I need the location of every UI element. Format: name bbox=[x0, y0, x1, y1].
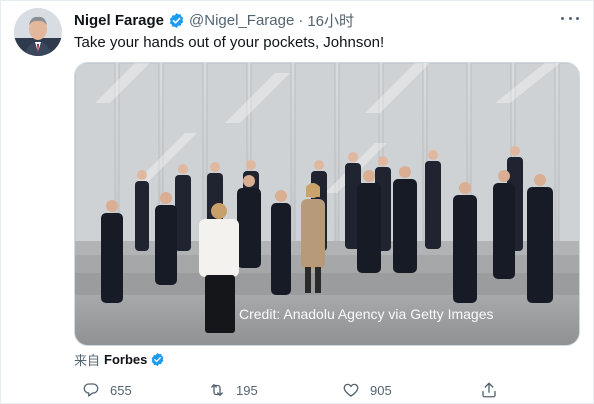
handle[interactable]: @Nigel_Farage bbox=[189, 12, 294, 29]
retweet-button[interactable]: 195 bbox=[208, 379, 258, 401]
media-caption: Credit: Anadolu Agency via Getty Images bbox=[239, 306, 493, 322]
via-source: 来自 Forbes bbox=[74, 350, 165, 368]
retweet-icon bbox=[211, 384, 223, 396]
share-icon bbox=[482, 382, 496, 398]
tweet-media[interactable]: Credit: Anadolu Agency via Getty Images bbox=[74, 62, 580, 346]
tweet-text: Take your hands out of your pockets, Joh… bbox=[74, 34, 385, 51]
media-photo: Credit: Anadolu Agency via Getty Images bbox=[75, 63, 579, 345]
more-options-icon[interactable] bbox=[561, 11, 579, 25]
share-button[interactable] bbox=[480, 379, 508, 401]
tweet-header: Nigel Farage @Nigel_Farage · 16小时 bbox=[74, 10, 354, 30]
verified-badge-icon bbox=[169, 12, 184, 28]
reply-icon bbox=[83, 383, 99, 397]
reply-button[interactable]: 655 bbox=[82, 379, 132, 401]
tweet-actions: 655 195 905 bbox=[74, 379, 580, 401]
retweet-count: 195 bbox=[236, 382, 258, 398]
heart-icon bbox=[343, 383, 359, 397]
tweet-card[interactable]: Nigel Farage @Nigel_Farage · 16小时 Take y… bbox=[0, 0, 594, 404]
like-button[interactable]: 905 bbox=[342, 379, 392, 401]
timestamp[interactable]: 16小时 bbox=[307, 10, 354, 31]
via-label: 来自 bbox=[74, 352, 101, 368]
display-name[interactable]: Nigel Farage bbox=[74, 12, 164, 29]
avatar[interactable] bbox=[14, 8, 62, 56]
verified-badge-icon bbox=[151, 352, 164, 366]
reply-count: 655 bbox=[110, 382, 132, 398]
like-count: 905 bbox=[370, 382, 392, 398]
avatar-photo bbox=[14, 8, 62, 56]
separator-dot: · bbox=[298, 11, 304, 29]
via-source-name[interactable]: Forbes bbox=[104, 352, 147, 367]
